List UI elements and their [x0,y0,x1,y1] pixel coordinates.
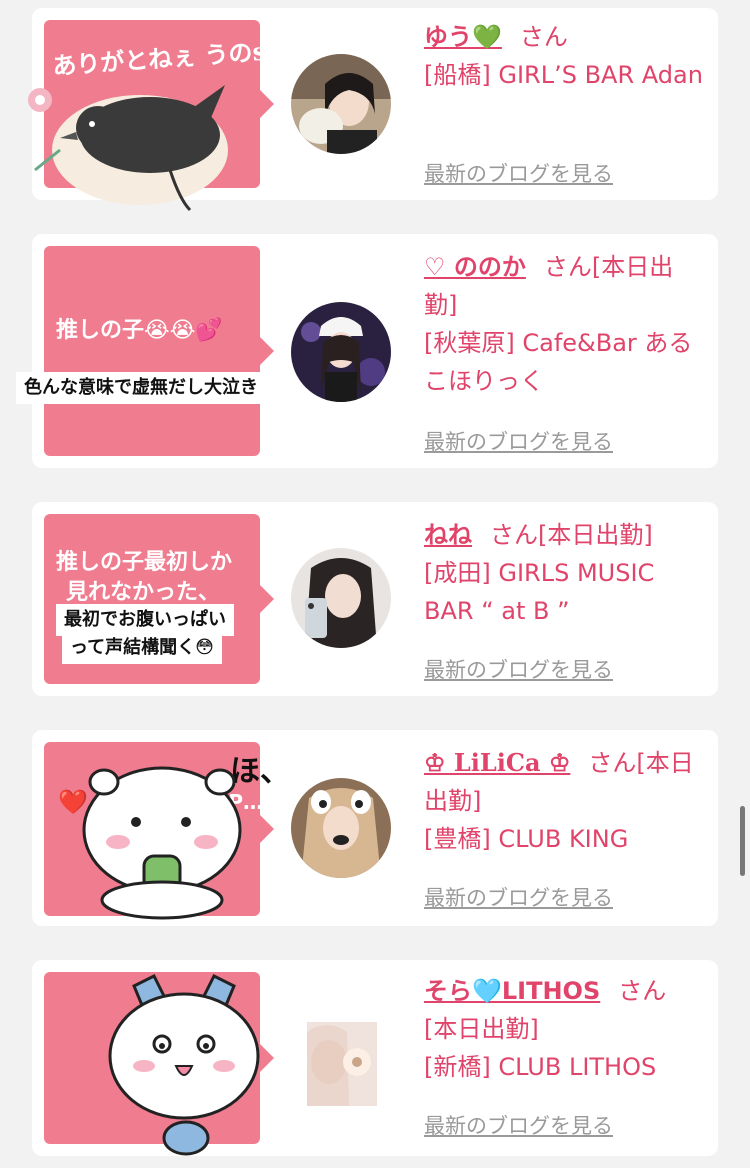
blog-link[interactable]: 最新のブログを見る [424,882,613,912]
cast-name-link[interactable]: ♡ ののか [424,253,526,281]
blog-link[interactable]: 最新のブログを見る [424,654,613,684]
honorific: さん [588,749,637,777]
cat-sticker-icon [108,973,260,1156]
status-label: [本日出勤] [424,1015,539,1043]
status-label: [本日出勤] [538,521,653,549]
cast-card[interactable]: ほ、 のSP… ❤️ ♔ LiLiCa ♔さん[本日出勤] [32,730,718,926]
avatar[interactable] [291,778,391,878]
avatar[interactable] [291,54,391,154]
avatar[interactable] [291,548,391,648]
cast-info: ♔ LiLiCa ♔ さん[本日出勤] [豊橋] CLUB KING [424,744,704,858]
story-caption-line2: って声結構聞く😳 [62,632,222,664]
shop-label: [船橋] GIRL’S BAR Adan [424,61,703,89]
cast-name-link[interactable]: そら🩵LITHOS [424,977,600,1005]
story-thumbnail[interactable]: 推しの子最初しか 見れなかった、 最初でお腹いっぱい って声結構聞く😳 [44,514,274,684]
story-text-line2: 見れなかった、 [66,580,221,605]
cast-name-link[interactable]: ♔ LiLiCa ♔ [424,748,570,777]
honorific: さん [543,253,592,281]
cast-name-link[interactable]: ゆう💚 [424,23,502,51]
avatar[interactable] [307,1022,377,1106]
story-text: 推しの子😭😭💕 [56,318,223,343]
avatar[interactable] [291,302,391,402]
story-thumbnail[interactable]: ありがとねぇ うのspだよん [28,20,355,212]
shop-label: [秋葉原] Cafe&Bar あるこほりっく [424,329,693,395]
shop-label: [豊橋] CLUB KING [424,825,629,853]
bear-sticker-icon [82,766,242,920]
cast-card[interactable]: そら🩵LITHOS さん [本日出勤] [新橋] CLUB LITHOS 最新のブ… [32,960,718,1156]
cast-info: そら🩵LITHOS さん [本日出勤] [新橋] CLUB LITHOS [424,972,704,1086]
cast-name-link[interactable]: ねね [424,521,472,549]
scrollbar[interactable] [740,806,745,876]
cast-card[interactable]: 推しの子最初しか 見れなかった、 最初でお腹いっぱい って声結構聞く😳 ねね さん… [32,502,718,696]
story-text-line1: 推しの子最初しか [56,550,233,575]
shop-label: [新橋] CLUB LITHOS [424,1053,657,1081]
cast-info: ♡ ののか さん[本日出勤] [秋葉原] Cafe&Bar あるこほりっく [424,248,704,400]
cast-card[interactable]: ありがとねぇ うのspだよん ゆう💚 さん [船橋] GIRL’S BAR Ada… [28,8,718,212]
story-caption: 色んな意味で虚無だし大泣き [16,372,266,404]
blog-link[interactable]: 最新のブログを見る [424,158,613,188]
story-thumbnail[interactable]: 推しの子😭😭💕 色んな意味で虚無だし大泣き [16,246,274,456]
blog-link[interactable]: 最新のブログを見る [424,1110,613,1140]
blog-link[interactable]: 最新のブログを見る [424,426,613,456]
shop-label: [成田] GIRLS MUSIC BAR “ at B ” [424,559,655,625]
cast-card[interactable]: 推しの子😭😭💕 色んな意味で虚無だし大泣き ♡ ののか さん[本日出勤] [秋葉原… [16,234,718,468]
honorific: さん [618,977,667,1005]
story-thumbnail[interactable] [44,972,274,1156]
honorific: さん [490,521,538,549]
cast-info: ねね さん[本日出勤] [成田] GIRLS MUSIC BAR “ at B ” [424,516,704,630]
honorific: さん [519,23,568,51]
story-thumbnail[interactable]: ほ、 のSP… ❤️ [44,742,290,920]
cast-info: ゆう💚 さん [船橋] GIRL’S BAR Adan [424,18,704,94]
